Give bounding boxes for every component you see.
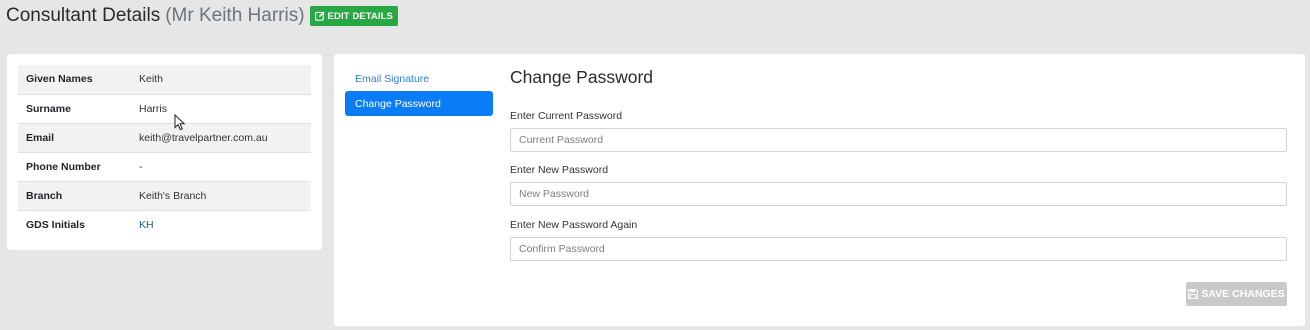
consultant-details-card: Given Names Keith Surname Harris Email k…: [7, 54, 322, 250]
confirm-password-label: Enter New Password Again: [510, 219, 638, 231]
table-row: Surname Harris: [18, 93, 311, 123]
table-row: Phone Number -: [18, 151, 311, 181]
save-changes-button[interactable]: SAVE CHANGES: [1186, 282, 1287, 306]
confirm-password-input[interactable]: [510, 237, 1287, 261]
row-label: Surname: [18, 93, 139, 123]
new-password-label: Enter New Password: [510, 164, 609, 176]
form-title: Change Password: [510, 67, 653, 87]
given-names-value: Keith: [139, 65, 311, 94]
edit-details-label: EDIT DETAILS: [327, 10, 393, 22]
account-settings-card: Email Signature Change Password Change P…: [334, 54, 1305, 326]
new-password-input[interactable]: [510, 182, 1287, 206]
email-value: keith@travelpartner.com.au: [139, 122, 311, 152]
current-password-input[interactable]: [510, 128, 1287, 152]
table-row: Given Names Keith: [18, 65, 311, 94]
gds-initials-value: KH: [139, 209, 311, 239]
row-label: Branch: [18, 180, 139, 210]
row-label: Given Names: [18, 65, 139, 94]
consultant-details-table: Given Names Keith Surname Harris Email k…: [18, 65, 311, 239]
branch-value: Keith's Branch: [139, 180, 311, 210]
phone-value: -: [139, 151, 311, 181]
consultant-name: (Mr Keith Harris): [165, 5, 305, 26]
save-changes-label: SAVE CHANGES: [1201, 288, 1285, 300]
row-label: Phone Number: [18, 151, 139, 181]
settings-side-nav: Email Signature Change Password: [345, 66, 493, 116]
page-title: Consultant Details: [6, 5, 161, 26]
edit-details-button[interactable]: EDIT DETAILS: [309, 6, 398, 26]
table-row: GDS Initials KH: [18, 209, 311, 239]
page-header: Consultant Details (Mr Keith Harris) EDI…: [6, 4, 398, 28]
edit-icon: [314, 11, 325, 21]
table-row: Branch Keith's Branch: [18, 180, 311, 210]
mouse-cursor-icon: [174, 114, 186, 131]
surname-value: Harris: [139, 93, 311, 123]
nav-change-password[interactable]: Change Password: [345, 91, 493, 116]
current-password-label: Enter Current Password: [510, 110, 623, 122]
table-row: Email keith@travelpartner.com.au: [18, 122, 311, 152]
row-label: Email: [18, 122, 139, 152]
row-label: GDS Initials: [18, 209, 139, 239]
nav-email-signature[interactable]: Email Signature: [345, 66, 493, 91]
save-icon: [1188, 289, 1199, 299]
